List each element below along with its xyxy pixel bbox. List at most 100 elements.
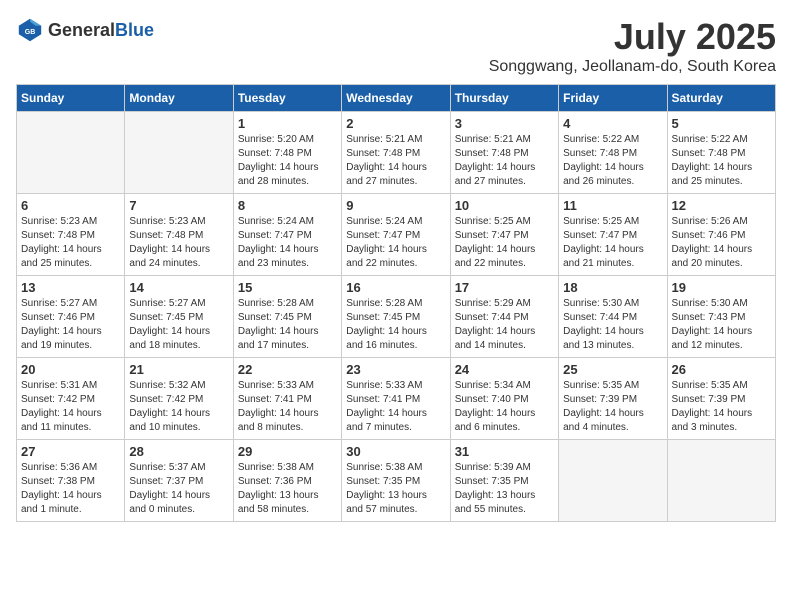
cell-content: Sunrise: 5:34 AM Sunset: 7:40 PM Dayligh… (455, 379, 554, 435)
calendar-cell: 18 Sunrise: 5:30 AM Sunset: 7:44 PM Dayli… (559, 276, 667, 358)
day-number: 4 (563, 116, 662, 131)
calendar-cell: 16Sunrise: 5:28 AM Sunset: 7:45 PM Dayli… (342, 276, 450, 358)
week-row-4: 20Sunrise: 5:31 AM Sunset: 7:42 PM Dayli… (17, 358, 776, 440)
day-number: 17 (455, 280, 554, 295)
day-header-thursday: Thursday (450, 85, 558, 112)
calendar-cell (667, 440, 775, 522)
calendar-cell: 2 Sunrise: 5:21 AM Sunset: 7:48 PM Daylig… (342, 112, 450, 194)
logo-blue: Blue (115, 20, 154, 40)
cell-content: Sunrise: 5:37 AM Sunset: 7:37 PM Dayligh… (129, 461, 228, 517)
day-number: 9 (346, 198, 445, 213)
day-number: 24 (455, 362, 554, 377)
calendar-table: SundayMondayTuesdayWednesdayThursdayFrid… (16, 84, 776, 522)
calendar-cell: 22 Sunrise: 5:33 AM Sunset: 7:41 PM Dayli… (233, 358, 341, 440)
day-number: 20 (21, 362, 120, 377)
day-number: 18 (563, 280, 662, 295)
calendar-cell: 4 Sunrise: 5:22 AM Sunset: 7:48 PM Daylig… (559, 112, 667, 194)
day-number: 10 (455, 198, 554, 213)
cell-content: Sunrise: 5:21 AM Sunset: 7:48 PM Dayligh… (455, 133, 554, 189)
cell-content: Sunrise: 5:36 AM Sunset: 7:38 PM Dayligh… (21, 461, 120, 517)
cell-content: Sunrise: 5:30 AM Sunset: 7:43 PM Dayligh… (672, 297, 771, 353)
cell-content: Sunrise: 5:33 AM Sunset: 7:41 PM Dayligh… (238, 379, 337, 435)
title-block: July 2025 Songgwang, Jeollanam-do, South… (489, 16, 776, 76)
day-number: 12 (672, 198, 771, 213)
calendar-cell: 23 Sunrise: 5:33 AM Sunset: 7:41 PM Dayli… (342, 358, 450, 440)
cell-content: Sunrise: 5:28 AM Sunset: 7:45 PM Dayligh… (238, 297, 337, 353)
cell-content: Sunrise: 5:21 AM Sunset: 7:48 PM Dayligh… (346, 133, 445, 189)
calendar-body: 1 Sunrise: 5:20 AM Sunset: 7:48 PM Daylig… (17, 112, 776, 522)
day-number: 26 (672, 362, 771, 377)
week-row-2: 6 Sunrise: 5:23 AM Sunset: 7:48 PM Daylig… (17, 194, 776, 276)
cell-content: Sunrise: 5:30 AM Sunset: 7:44 PM Dayligh… (563, 297, 662, 353)
logo: GB GeneralBlue (16, 16, 154, 44)
calendar-cell: 9 Sunrise: 5:24 AM Sunset: 7:47 PM Daylig… (342, 194, 450, 276)
day-number: 5 (672, 116, 771, 131)
cell-content: Sunrise: 5:22 AM Sunset: 7:48 PM Dayligh… (563, 133, 662, 189)
day-number: 28 (129, 444, 228, 459)
day-number: 27 (21, 444, 120, 459)
calendar-cell: 12 Sunrise: 5:26 AM Sunset: 7:46 PM Dayli… (667, 194, 775, 276)
calendar-cell: 28 Sunrise: 5:37 AM Sunset: 7:37 PM Dayli… (125, 440, 233, 522)
calendar-cell: 14 Sunrise: 5:27 AM Sunset: 7:45 PM Dayli… (125, 276, 233, 358)
cell-content: Sunrise: 5:25 AM Sunset: 7:47 PM Dayligh… (563, 215, 662, 271)
week-row-5: 27 Sunrise: 5:36 AM Sunset: 7:38 PM Dayli… (17, 440, 776, 522)
calendar-cell: 1 Sunrise: 5:20 AM Sunset: 7:48 PM Daylig… (233, 112, 341, 194)
logo-general: General (48, 20, 115, 40)
day-number: 15 (238, 280, 337, 295)
calendar-cell: 31Sunrise: 5:39 AM Sunset: 7:35 PM Dayli… (450, 440, 558, 522)
cell-content: Sunrise: 5:20 AM Sunset: 7:48 PM Dayligh… (238, 133, 337, 189)
cell-content: Sunrise: 5:38 AM Sunset: 7:35 PM Dayligh… (346, 461, 445, 517)
day-header-saturday: Saturday (667, 85, 775, 112)
calendar-cell: 10 Sunrise: 5:25 AM Sunset: 7:47 PM Dayli… (450, 194, 558, 276)
calendar-cell (559, 440, 667, 522)
cell-content: Sunrise: 5:25 AM Sunset: 7:47 PM Dayligh… (455, 215, 554, 271)
day-number: 22 (238, 362, 337, 377)
calendar-cell: 6 Sunrise: 5:23 AM Sunset: 7:48 PM Daylig… (17, 194, 125, 276)
day-number: 14 (129, 280, 228, 295)
day-header-friday: Friday (559, 85, 667, 112)
calendar-cell: 20Sunrise: 5:31 AM Sunset: 7:42 PM Dayli… (17, 358, 125, 440)
svg-text:GB: GB (25, 29, 36, 36)
logo-icon: GB (16, 16, 44, 44)
month-title: July 2025 (489, 16, 776, 58)
calendar-cell: 21Sunrise: 5:32 AM Sunset: 7:42 PM Dayli… (125, 358, 233, 440)
day-number: 25 (563, 362, 662, 377)
day-header-monday: Monday (125, 85, 233, 112)
calendar-cell: 13Sunrise: 5:27 AM Sunset: 7:46 PM Dayli… (17, 276, 125, 358)
calendar-cell (125, 112, 233, 194)
calendar-cell: 3 Sunrise: 5:21 AM Sunset: 7:48 PM Daylig… (450, 112, 558, 194)
day-number: 8 (238, 198, 337, 213)
cell-content: Sunrise: 5:32 AM Sunset: 7:42 PM Dayligh… (129, 379, 228, 435)
cell-content: Sunrise: 5:23 AM Sunset: 7:48 PM Dayligh… (21, 215, 120, 271)
calendar-cell: 8Sunrise: 5:24 AM Sunset: 7:47 PM Daylig… (233, 194, 341, 276)
cell-content: Sunrise: 5:33 AM Sunset: 7:41 PM Dayligh… (346, 379, 445, 435)
day-number: 2 (346, 116, 445, 131)
calendar-cell: 26Sunrise: 5:35 AM Sunset: 7:39 PM Dayli… (667, 358, 775, 440)
calendar-cell: 30Sunrise: 5:38 AM Sunset: 7:35 PM Dayli… (342, 440, 450, 522)
day-number: 11 (563, 198, 662, 213)
cell-content: Sunrise: 5:24 AM Sunset: 7:47 PM Dayligh… (346, 215, 445, 271)
page-header: GB GeneralBlue July 2025 Songgwang, Jeol… (16, 16, 776, 76)
day-header-wednesday: Wednesday (342, 85, 450, 112)
calendar-header-row: SundayMondayTuesdayWednesdayThursdayFrid… (17, 85, 776, 112)
calendar-cell: 11 Sunrise: 5:25 AM Sunset: 7:47 PM Dayli… (559, 194, 667, 276)
day-number: 16 (346, 280, 445, 295)
day-number: 3 (455, 116, 554, 131)
cell-content: Sunrise: 5:27 AM Sunset: 7:45 PM Dayligh… (129, 297, 228, 353)
day-header-sunday: Sunday (17, 85, 125, 112)
calendar-cell (17, 112, 125, 194)
day-number: 7 (129, 198, 228, 213)
day-header-tuesday: Tuesday (233, 85, 341, 112)
calendar-cell: 5Sunrise: 5:22 AM Sunset: 7:48 PM Daylig… (667, 112, 775, 194)
cell-content: Sunrise: 5:23 AM Sunset: 7:48 PM Dayligh… (129, 215, 228, 271)
day-number: 6 (21, 198, 120, 213)
week-row-3: 13Sunrise: 5:27 AM Sunset: 7:46 PM Dayli… (17, 276, 776, 358)
calendar-cell: 24 Sunrise: 5:34 AM Sunset: 7:40 PM Dayli… (450, 358, 558, 440)
day-number: 23 (346, 362, 445, 377)
calendar-cell: 15 Sunrise: 5:28 AM Sunset: 7:45 PM Dayli… (233, 276, 341, 358)
day-number: 1 (238, 116, 337, 131)
cell-content: Sunrise: 5:26 AM Sunset: 7:46 PM Dayligh… (672, 215, 771, 271)
calendar-cell: 7 Sunrise: 5:23 AM Sunset: 7:48 PM Daylig… (125, 194, 233, 276)
calendar-cell: 25Sunrise: 5:35 AM Sunset: 7:39 PM Dayli… (559, 358, 667, 440)
calendar-cell: 27 Sunrise: 5:36 AM Sunset: 7:38 PM Dayli… (17, 440, 125, 522)
